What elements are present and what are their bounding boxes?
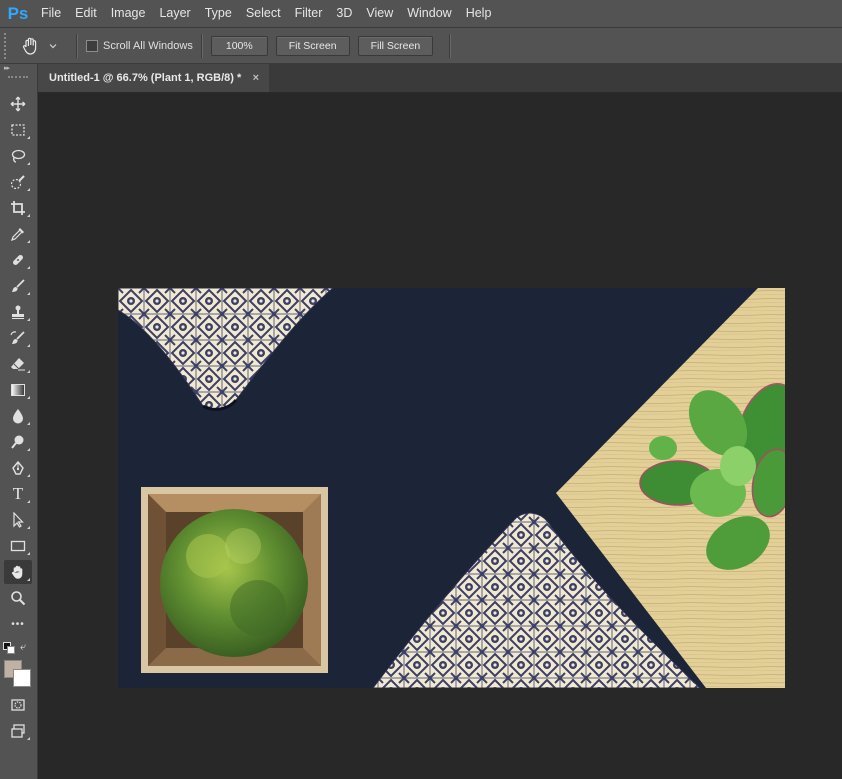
crop-icon[interactable] xyxy=(4,196,32,220)
tools-panel-header[interactable]: ▸▸ xyxy=(0,64,37,76)
menu-select[interactable]: Select xyxy=(239,0,288,27)
quick-mask-icon[interactable] xyxy=(4,693,32,717)
eraser-icon[interactable] xyxy=(4,352,32,376)
type-tool-glyph: T xyxy=(12,484,24,503)
document-canvas[interactable] xyxy=(118,288,785,688)
background-color-swatch[interactable] xyxy=(13,669,31,687)
document-tab-title: Untitled-1 @ 66.7% (Plant 1, RGB/8) * xyxy=(49,72,242,84)
eyedropper-icon[interactable] xyxy=(4,222,32,246)
tools-panel: ▸▸ T ••• ⤶ xyxy=(0,64,38,779)
menu-3d[interactable]: 3D xyxy=(329,0,359,27)
menu-layer[interactable]: Layer xyxy=(152,0,197,27)
checkbox-box[interactable] xyxy=(86,39,98,52)
rectangular-marquee-icon[interactable] xyxy=(4,118,32,142)
pen-icon[interactable] xyxy=(4,456,32,480)
blur-icon[interactable] xyxy=(4,404,32,428)
scroll-all-windows-label: Scroll All Windows xyxy=(103,39,193,52)
menu-type[interactable]: Type xyxy=(198,0,239,27)
type-icon[interactable]: T xyxy=(4,482,32,506)
photoshop-logo: Ps xyxy=(7,3,29,23)
gradient-icon[interactable] xyxy=(4,378,32,402)
separator xyxy=(76,33,78,58)
chevron-down-icon xyxy=(49,43,57,48)
separator xyxy=(200,33,203,58)
dodge-icon[interactable] xyxy=(4,430,32,454)
swap-colors-icon[interactable]: ⤶ xyxy=(20,641,26,654)
tools-panel-grip[interactable] xyxy=(8,76,28,82)
menu-file[interactable]: File xyxy=(34,0,68,27)
path-selection-icon[interactable] xyxy=(4,508,32,532)
close-icon[interactable]: × xyxy=(253,72,259,84)
options-bar-grip[interactable] xyxy=(4,32,12,59)
separator xyxy=(449,33,452,58)
brush-icon[interactable] xyxy=(4,274,32,298)
menu-view[interactable]: View xyxy=(359,0,400,27)
lasso-icon[interactable] xyxy=(4,144,32,168)
screen-mode-icon[interactable] xyxy=(4,719,32,743)
more-tools-icon[interactable]: ••• xyxy=(4,612,32,636)
menu-filter[interactable]: Filter xyxy=(288,0,330,27)
box-planter xyxy=(141,487,328,673)
tool-preset-picker[interactable] xyxy=(20,35,68,57)
document-tab[interactable]: Untitled-1 @ 66.7% (Plant 1, RGB/8) * × xyxy=(38,64,269,92)
quick-selection-icon[interactable] xyxy=(4,170,32,194)
move-tool-icon[interactable] xyxy=(4,92,32,116)
healing-brush-icon[interactable] xyxy=(4,248,32,272)
options-bar: Scroll All Windows 100% Fit Screen Fill … xyxy=(0,27,842,64)
document-tab-bar: Untitled-1 @ 66.7% (Plant 1, RGB/8) * × xyxy=(38,64,842,93)
zoom-icon[interactable] xyxy=(4,586,32,610)
menu-window[interactable]: Window xyxy=(400,0,458,27)
menu-image[interactable]: Image xyxy=(104,0,153,27)
hand-tool-icon[interactable] xyxy=(4,560,32,584)
rectangle-shape-icon[interactable] xyxy=(4,534,32,558)
zoom-100-button[interactable]: 100% xyxy=(210,35,268,56)
fit-screen-button[interactable]: Fit Screen xyxy=(275,35,350,56)
clone-stamp-icon[interactable] xyxy=(4,300,32,324)
history-brush-icon[interactable] xyxy=(4,326,32,350)
scroll-all-windows-checkbox[interactable]: Scroll All Windows xyxy=(86,39,193,52)
menu-edit[interactable]: Edit xyxy=(68,0,104,27)
menu-help[interactable]: Help xyxy=(459,0,499,27)
hand-icon xyxy=(22,37,37,55)
collapse-arrows-icon[interactable]: ▸▸ xyxy=(4,64,10,72)
more-tools-glyph: ••• xyxy=(11,618,25,630)
menu-bar: Ps File Edit Image Layer Type Select Fil… xyxy=(0,0,842,27)
fill-screen-button[interactable]: Fill Screen xyxy=(357,35,434,56)
default-colors-icon[interactable] xyxy=(3,642,15,654)
